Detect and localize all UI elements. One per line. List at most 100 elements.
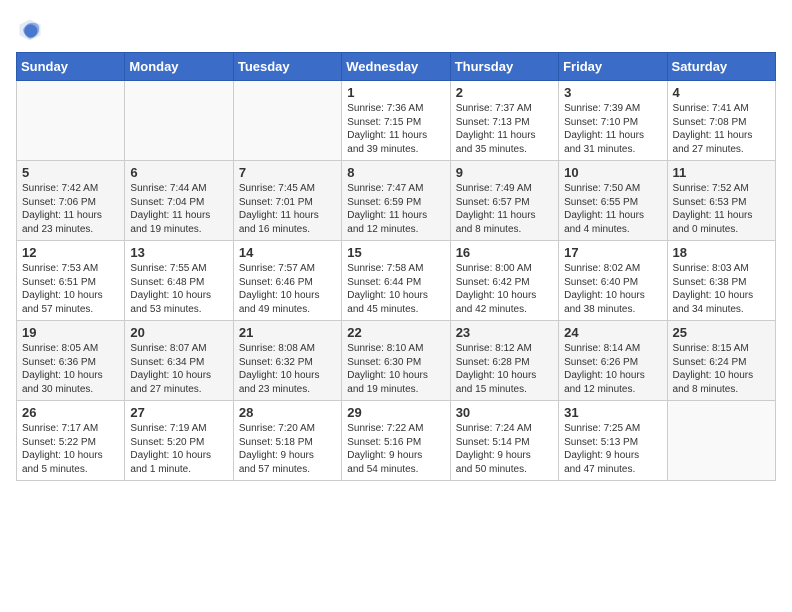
calendar-day-12: 12Sunrise: 7:53 AM Sunset: 6:51 PM Dayli…: [17, 241, 125, 321]
day-info: Sunrise: 7:20 AM Sunset: 5:18 PM Dayligh…: [239, 422, 336, 476]
calendar-day-21: 21 Sunrise: 8:08 AM Sunset: 6:32 PM Dayli…: [233, 321, 341, 401]
day-number: 13: [130, 245, 227, 260]
day-number: 31: [564, 405, 661, 420]
calendar-day-7: 7Sunrise: 7:45 AM Sunset: 7:01 PM Daylig…: [233, 161, 341, 241]
day-info: Sunrise: 7:41 AM Sunset: 7:08 PM Dayligh…: [673, 102, 770, 156]
calendar-empty-cell: [233, 81, 341, 161]
day-info: Sunrise: 8:02 AM Sunset: 6:40 PM Dayligh…: [564, 262, 661, 316]
day-number: 10: [564, 165, 661, 180]
weekday-header-monday: Monday: [125, 53, 233, 81]
day-info: Sunrise: 7:17 AM Sunset: 5:22 PM Dayligh…: [22, 422, 119, 476]
day-number: 14: [239, 245, 336, 260]
day-number: 26: [22, 405, 119, 420]
day-info: Sunrise: 7:47 AM Sunset: 6:59 PM Dayligh…: [347, 182, 444, 236]
calendar-day-11: 11Sunrise: 7:52 AM Sunset: 6:53 PM Dayli…: [667, 161, 775, 241]
calendar-day-31: 31 Sunrise: 7:25 AM Sunset: 5:13 PM Dayli…: [559, 401, 667, 481]
page-header: [16, 16, 776, 44]
day-info: Sunrise: 7:45 AM Sunset: 7:01 PM Dayligh…: [239, 182, 336, 236]
calendar-day-1: 1 Sunrise: 7:36 AM Sunset: 7:15 PM Daylig…: [342, 81, 450, 161]
day-number: 17: [564, 245, 661, 260]
weekday-header-friday: Friday: [559, 53, 667, 81]
day-info: Sunrise: 7:39 AM Sunset: 7:10 PM Dayligh…: [564, 102, 661, 156]
weekday-header-saturday: Saturday: [667, 53, 775, 81]
calendar-day-19: 19Sunrise: 8:05 AM Sunset: 6:36 PM Dayli…: [17, 321, 125, 401]
day-info: Sunrise: 7:36 AM Sunset: 7:15 PM Dayligh…: [347, 102, 444, 156]
weekday-header-row: SundayMondayTuesdayWednesdayThursdayFrid…: [17, 53, 776, 81]
day-info: Sunrise: 8:00 AM Sunset: 6:42 PM Dayligh…: [456, 262, 553, 316]
calendar-day-6: 6 Sunrise: 7:44 AM Sunset: 7:04 PM Daylig…: [125, 161, 233, 241]
day-info: Sunrise: 8:14 AM Sunset: 6:26 PM Dayligh…: [564, 342, 661, 396]
day-number: 30: [456, 405, 553, 420]
day-number: 6: [130, 165, 227, 180]
day-info: Sunrise: 7:53 AM Sunset: 6:51 PM Dayligh…: [22, 262, 119, 316]
day-info: Sunrise: 8:08 AM Sunset: 6:32 PM Dayligh…: [239, 342, 336, 396]
day-info: Sunrise: 7:37 AM Sunset: 7:13 PM Dayligh…: [456, 102, 553, 156]
day-number: 23: [456, 325, 553, 340]
day-number: 28: [239, 405, 336, 420]
calendar-day-29: 29 Sunrise: 7:22 AM Sunset: 5:16 PM Dayli…: [342, 401, 450, 481]
logo-icon: [16, 16, 44, 44]
day-info: Sunrise: 7:49 AM Sunset: 6:57 PM Dayligh…: [456, 182, 553, 236]
weekday-header-tuesday: Tuesday: [233, 53, 341, 81]
day-number: 2: [456, 85, 553, 100]
day-number: 9: [456, 165, 553, 180]
calendar-week-row: 12Sunrise: 7:53 AM Sunset: 6:51 PM Dayli…: [17, 241, 776, 321]
day-info: Sunrise: 7:25 AM Sunset: 5:13 PM Dayligh…: [564, 422, 661, 476]
day-info: Sunrise: 8:12 AM Sunset: 6:28 PM Dayligh…: [456, 342, 553, 396]
day-info: Sunrise: 7:19 AM Sunset: 5:20 PM Dayligh…: [130, 422, 227, 476]
logo: [16, 16, 48, 44]
day-number: 22: [347, 325, 444, 340]
calendar-week-row: 5 Sunrise: 7:42 AM Sunset: 7:06 PM Daylig…: [17, 161, 776, 241]
calendar-table: SundayMondayTuesdayWednesdayThursdayFrid…: [16, 52, 776, 481]
calendar-day-20: 20 Sunrise: 8:07 AM Sunset: 6:34 PM Dayli…: [125, 321, 233, 401]
day-info: Sunrise: 8:07 AM Sunset: 6:34 PM Dayligh…: [130, 342, 227, 396]
day-info: Sunrise: 7:42 AM Sunset: 7:06 PM Dayligh…: [22, 182, 119, 236]
day-info: Sunrise: 7:24 AM Sunset: 5:14 PM Dayligh…: [456, 422, 553, 476]
day-info: Sunrise: 7:44 AM Sunset: 7:04 PM Dayligh…: [130, 182, 227, 236]
weekday-header-thursday: Thursday: [450, 53, 558, 81]
day-info: Sunrise: 7:22 AM Sunset: 5:16 PM Dayligh…: [347, 422, 444, 476]
calendar-day-5: 5 Sunrise: 7:42 AM Sunset: 7:06 PM Daylig…: [17, 161, 125, 241]
day-info: Sunrise: 7:55 AM Sunset: 6:48 PM Dayligh…: [130, 262, 227, 316]
calendar-day-15: 15 Sunrise: 7:58 AM Sunset: 6:44 PM Dayli…: [342, 241, 450, 321]
day-number: 27: [130, 405, 227, 420]
calendar-week-row: 26 Sunrise: 7:17 AM Sunset: 5:22 PM Dayli…: [17, 401, 776, 481]
day-number: 3: [564, 85, 661, 100]
calendar-day-25: 25Sunrise: 8:15 AM Sunset: 6:24 PM Dayli…: [667, 321, 775, 401]
weekday-header-wednesday: Wednesday: [342, 53, 450, 81]
day-info: Sunrise: 8:10 AM Sunset: 6:30 PM Dayligh…: [347, 342, 444, 396]
calendar-day-22: 22 Sunrise: 8:10 AM Sunset: 6:30 PM Dayli…: [342, 321, 450, 401]
calendar-day-10: 10 Sunrise: 7:50 AM Sunset: 6:55 PM Dayli…: [559, 161, 667, 241]
calendar-week-row: 19Sunrise: 8:05 AM Sunset: 6:36 PM Dayli…: [17, 321, 776, 401]
day-number: 24: [564, 325, 661, 340]
day-number: 16: [456, 245, 553, 260]
calendar-week-row: 1 Sunrise: 7:36 AM Sunset: 7:15 PM Daylig…: [17, 81, 776, 161]
day-number: 18: [673, 245, 770, 260]
day-number: 8: [347, 165, 444, 180]
calendar-day-18: 18 Sunrise: 8:03 AM Sunset: 6:38 PM Dayli…: [667, 241, 775, 321]
calendar-day-13: 13 Sunrise: 7:55 AM Sunset: 6:48 PM Dayli…: [125, 241, 233, 321]
calendar-empty-cell: [667, 401, 775, 481]
day-info: Sunrise: 7:58 AM Sunset: 6:44 PM Dayligh…: [347, 262, 444, 316]
calendar-day-2: 2 Sunrise: 7:37 AM Sunset: 7:13 PM Daylig…: [450, 81, 558, 161]
calendar-day-28: 28 Sunrise: 7:20 AM Sunset: 5:18 PM Dayli…: [233, 401, 341, 481]
calendar-day-8: 8 Sunrise: 7:47 AM Sunset: 6:59 PM Daylig…: [342, 161, 450, 241]
day-info: Sunrise: 7:50 AM Sunset: 6:55 PM Dayligh…: [564, 182, 661, 236]
day-number: 21: [239, 325, 336, 340]
day-number: 4: [673, 85, 770, 100]
day-number: 11: [673, 165, 770, 180]
day-info: Sunrise: 8:15 AM Sunset: 6:24 PM Dayligh…: [673, 342, 770, 396]
day-info: Sunrise: 7:57 AM Sunset: 6:46 PM Dayligh…: [239, 262, 336, 316]
day-info: Sunrise: 8:05 AM Sunset: 6:36 PM Dayligh…: [22, 342, 119, 396]
day-number: 29: [347, 405, 444, 420]
day-number: 5: [22, 165, 119, 180]
day-info: Sunrise: 8:03 AM Sunset: 6:38 PM Dayligh…: [673, 262, 770, 316]
calendar-day-16: 16 Sunrise: 8:00 AM Sunset: 6:42 PM Dayli…: [450, 241, 558, 321]
calendar-day-9: 9 Sunrise: 7:49 AM Sunset: 6:57 PM Daylig…: [450, 161, 558, 241]
calendar-empty-cell: [17, 81, 125, 161]
weekday-header-sunday: Sunday: [17, 53, 125, 81]
day-number: 1: [347, 85, 444, 100]
calendar-day-26: 26 Sunrise: 7:17 AM Sunset: 5:22 PM Dayli…: [17, 401, 125, 481]
day-number: 15: [347, 245, 444, 260]
day-number: 20: [130, 325, 227, 340]
